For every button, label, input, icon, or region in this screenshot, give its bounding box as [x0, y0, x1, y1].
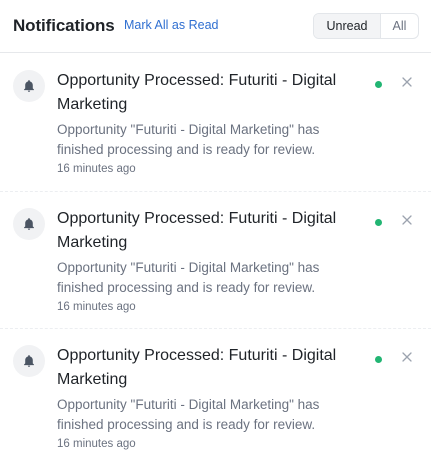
notification-title: Opportunity Processed: Futuriti - Digita…: [57, 72, 337, 113]
notification-timestamp: 16 minutes ago: [57, 163, 136, 175]
unread-dot: [375, 81, 382, 88]
unread-dot: [375, 356, 382, 363]
notifications-panel: Notifications Mark All as Read Unread Al…: [0, 0, 431, 452]
filter-toggle: Unread All: [313, 13, 419, 39]
close-icon: [402, 215, 412, 225]
bell-icon: [13, 345, 45, 377]
notification-description: Opportunity "Futuriti - Digital Marketin…: [57, 397, 320, 432]
close-icon: [402, 352, 412, 362]
notification-description: Opportunity "Futuriti - Digital Marketin…: [57, 122, 320, 157]
notification-item[interactable]: Opportunity Processed: Futuriti - Digita…: [0, 328, 431, 452]
notification-timestamp: 16 minutes ago: [57, 438, 136, 450]
notification-title: Opportunity Processed: Futuriti - Digita…: [57, 210, 337, 251]
filter-unread-button[interactable]: Unread: [314, 14, 381, 38]
dismiss-notification-button[interactable]: [400, 75, 414, 89]
mark-all-read-link[interactable]: Mark All as Read: [124, 18, 218, 32]
close-icon: [402, 77, 412, 87]
filter-all-button[interactable]: All: [381, 14, 418, 38]
notifications-header: Notifications Mark All as Read Unread Al…: [0, 0, 431, 53]
notification-description: Opportunity "Futuriti - Digital Marketin…: [57, 260, 320, 295]
bell-icon: [13, 70, 45, 102]
bell-icon: [13, 208, 45, 240]
notification-item[interactable]: Opportunity Processed: Futuriti - Digita…: [0, 54, 431, 191]
notification-timestamp: 16 minutes ago: [57, 301, 136, 313]
dismiss-notification-button[interactable]: [400, 213, 414, 227]
unread-dot: [375, 219, 382, 226]
dismiss-notification-button[interactable]: [400, 350, 414, 364]
notification-title: Opportunity Processed: Futuriti - Digita…: [57, 347, 337, 388]
panel-title: Notifications: [13, 16, 115, 35]
notification-item[interactable]: Opportunity Processed: Futuriti - Digita…: [0, 191, 431, 328]
